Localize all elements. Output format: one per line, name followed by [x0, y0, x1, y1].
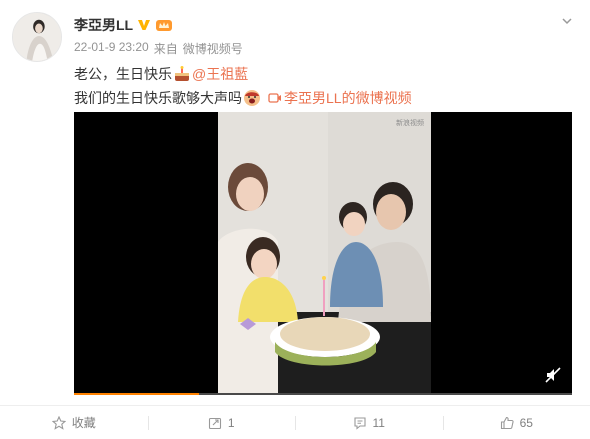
repost-icon	[208, 417, 221, 429]
video-link-label: 李亞男LL的微博视频	[284, 90, 412, 106]
video-link[interactable]: 李亞男LL的微博视频	[268, 88, 412, 108]
user-row: 李亞男LL	[74, 15, 173, 35]
comment-button[interactable]: 11	[295, 406, 443, 439]
shout-emoji-icon	[244, 90, 260, 106]
video-progress-fill	[74, 393, 199, 395]
video-progress-bar[interactable]	[74, 393, 572, 395]
repost-count: 1	[227, 415, 235, 430]
avatar[interactable]	[12, 12, 62, 62]
mention-link[interactable]: @王祖藍	[192, 64, 248, 84]
action-bar: 收藏 1 11 65	[0, 405, 590, 439]
comment-icon	[353, 416, 366, 430]
post-text-line-2: 我们的生日快乐歌够大声吗 李亞男LL的微博视频	[74, 88, 412, 108]
user-name[interactable]: 李亞男LL	[74, 15, 133, 35]
favorite-button[interactable]: 收藏	[0, 406, 148, 439]
thumbs-up-icon	[500, 416, 514, 429]
star-icon	[51, 415, 66, 430]
video-camera-icon	[268, 93, 281, 103]
source-prefix: 来自	[153, 42, 178, 56]
like-button[interactable]: 65	[442, 406, 590, 439]
post-source[interactable]: 微博视频号	[183, 40, 243, 57]
mute-icon[interactable]	[544, 366, 562, 384]
verified-v-icon	[138, 20, 151, 30]
video-player[interactable]: 新浪视频	[74, 112, 572, 394]
post-text-2: 我们的生日快乐歌够大声吗	[74, 90, 242, 106]
chevron-down-icon[interactable]	[560, 14, 574, 28]
video-watermark: 新浪视频	[396, 120, 424, 127]
repost-button[interactable]: 1	[147, 406, 296, 439]
like-count: 65	[519, 415, 533, 430]
post-timestamp[interactable]: 22-01-9 23:20	[74, 40, 149, 57]
post-text-1: 老公，生日快乐	[74, 66, 172, 82]
video-frame: 新浪视频	[218, 112, 431, 394]
post-text-line-1: 老公，生日快乐 @王祖藍	[74, 64, 248, 84]
weibo-post-card: 李亞男LL 22-01-9 23:20 来自 微博视频号 老公，生日快乐 @王祖…	[0, 0, 590, 439]
comment-count: 11	[372, 415, 385, 430]
post-meta: 22-01-9 23:20 来自 微博视频号	[74, 40, 243, 57]
favorite-label: 收藏	[71, 416, 96, 430]
cake-emoji-icon	[175, 66, 189, 81]
vip-crown-icon[interactable]	[155, 18, 173, 32]
video-still-image	[218, 112, 431, 394]
